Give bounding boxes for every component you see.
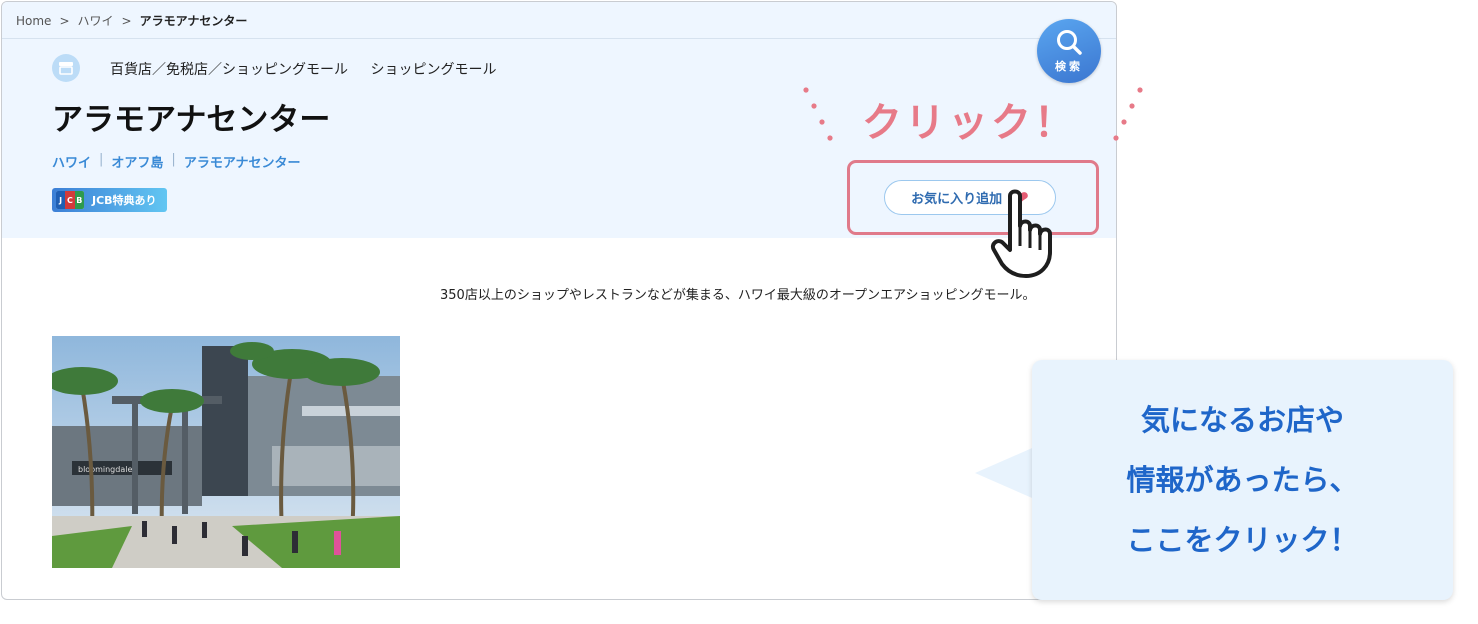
- category-secondary: ショッピングモール: [370, 62, 497, 78]
- breadcrumb-home[interactable]: Home: [16, 14, 51, 28]
- callout-line-2: 情報があったら、: [1126, 463, 1359, 497]
- favorite-label: お気に入り追加: [911, 192, 1003, 207]
- jcb-benefit-badge: JCB JCB特典あり: [52, 188, 167, 212]
- location-link-shop[interactable]: アラモアナセンター: [184, 152, 301, 171]
- search-button[interactable]: 検索: [1037, 19, 1101, 83]
- location-links: ハワイ | オアフ島 | アラモアナセンター: [52, 152, 301, 171]
- callout-line-1: 気になるお店や: [1140, 403, 1344, 437]
- location-separator: |: [99, 152, 104, 167]
- callout-tail: [975, 445, 1039, 501]
- breadcrumb-hawaii[interactable]: ハワイ: [78, 12, 114, 29]
- emphasis-dots-right: [1113, 87, 1143, 141]
- search-icon: [1057, 30, 1082, 55]
- pointer-hand-icon: [991, 189, 1052, 278]
- store-sign: bloomingdales: [78, 465, 137, 474]
- search-label: 検索: [1055, 60, 1083, 73]
- breadcrumb: Home > ハワイ > アラモアナセンター: [16, 12, 247, 29]
- location-separator: |: [171, 152, 176, 167]
- category-labels: 百貨店／免税店／ショッピングモール ショッピングモール: [110, 59, 496, 79]
- location-link-hawaii[interactable]: ハワイ: [52, 152, 91, 171]
- instruction-callout: 気になるお店や 情報があったら、 ここをクリック！: [1032, 360, 1453, 600]
- breadcrumb-separator: >: [59, 13, 70, 28]
- shop-description: 350店以上のショップやレストランなどが集まる、ハワイ最大級のオープンエアショッ…: [440, 288, 1036, 303]
- callout-line-3: ここをクリック！: [1126, 523, 1359, 557]
- mall-photo: bloomingdales: [52, 336, 400, 568]
- emphasis-dots-left: [803, 87, 833, 141]
- page-title: アラモアナセンター: [52, 102, 331, 138]
- store-icon: [52, 54, 80, 82]
- location-link-oahu[interactable]: オアフ島: [111, 152, 163, 171]
- click-annotation: クリック！: [862, 100, 1077, 146]
- divider: [2, 38, 1116, 39]
- badge-label: JCB特典あり: [92, 194, 157, 207]
- breadcrumb-current: アラモアナセンター: [139, 14, 248, 28]
- breadcrumb-separator: >: [121, 13, 132, 28]
- jcb-logo: JCB: [56, 191, 84, 209]
- category-primary: 百貨店／免税店／ショッピングモール: [110, 62, 348, 78]
